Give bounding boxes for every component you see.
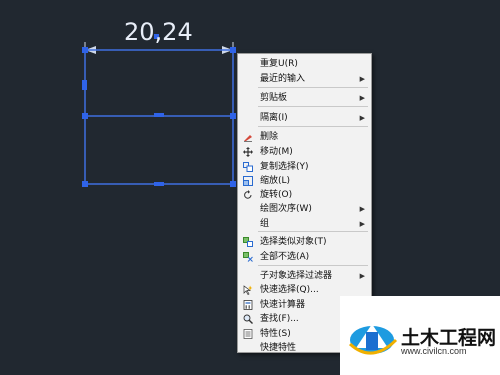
menu-item-15[interactable]: 快速选择(Q)... [238, 283, 371, 297]
menu-item-label: 子对象选择过滤器 [260, 271, 333, 281]
menu-item-7[interactable]: 复制选择(Y) [238, 160, 371, 174]
menu-item-label: 快速选择(Q)... [260, 285, 319, 295]
deselect-all-icon [243, 252, 253, 262]
menu-separator [258, 265, 368, 266]
menu-item-3[interactable]: 剪贴板 ▶ [238, 91, 371, 105]
dimension-text[interactable]: 20,24 [124, 18, 193, 46]
menu-item-label: 缩放(L) [260, 176, 291, 186]
grip-midpoint-bottom[interactable] [154, 182, 164, 186]
scale-icon [243, 176, 253, 186]
menu-item-label: 移动(M) [260, 147, 293, 157]
grip-mid-right[interactable] [230, 113, 236, 119]
submenu-arrow-icon: ▶ [359, 205, 365, 213]
menu-item-label: 组 [260, 219, 270, 229]
menu-item-11[interactable]: 组 ▶ [238, 217, 371, 231]
menu-item-label: 最近的输入 [260, 74, 306, 84]
menu-item-label: 查找(F)... [260, 314, 299, 324]
menu-item-label: 隔离(I) [260, 113, 288, 123]
move-icon [243, 147, 253, 157]
grip-bottom-right[interactable] [230, 181, 236, 187]
menu-item-label: 重复U(R) [260, 59, 298, 69]
rotate-icon [244, 190, 252, 199]
eraser-icon [244, 135, 252, 142]
calculator-icon [243, 300, 253, 310]
menu-item-label: 剪贴板 [260, 93, 288, 103]
menu-item-14[interactable]: 子对象选择过滤器 ▶ [238, 269, 371, 283]
menu-item-9[interactable]: 旋转(O) [238, 188, 371, 202]
grip-mid-left[interactable] [82, 113, 88, 119]
quick-select-icon [243, 285, 253, 295]
menu-item-label: 全部不选(A) [260, 252, 310, 262]
watermark-url: www.civilcn.com [401, 346, 467, 356]
submenu-arrow-icon: ▶ [359, 75, 365, 83]
menu-item-4[interactable]: 隔离(I) ▶ [238, 111, 371, 125]
civil-logo-icon [348, 324, 398, 355]
menu-item-2[interactable]: 最近的输入 ▶ [238, 72, 371, 86]
menu-item-label: 快速计算器 [260, 300, 306, 310]
menu-item-label: 删除 [260, 132, 279, 142]
copy-selection-icon [243, 162, 253, 172]
grip-bottom-left[interactable] [82, 181, 88, 187]
menu-item-label: 快捷特性 [260, 343, 297, 353]
menu-item-label: 复制选择(Y) [260, 162, 309, 172]
menu-separator [258, 126, 368, 127]
menu-separator [258, 106, 368, 107]
menu-item-10[interactable]: 绘图次序(W) ▶ [238, 202, 371, 216]
submenu-arrow-icon: ▶ [359, 272, 365, 280]
watermark-logo: 土木工程网 www.civilcn.com [340, 296, 500, 375]
submenu-arrow-icon: ▶ [359, 220, 365, 228]
menu-separator [258, 231, 368, 232]
grip-left-edge[interactable] [82, 80, 87, 90]
menu-item-12[interactable]: 选择类似对象(T) [238, 235, 371, 249]
menu-item-label: 旋转(O) [260, 190, 293, 200]
menu-item-13[interactable]: 全部不选(A) [238, 250, 371, 264]
grip-midpoint-middle[interactable] [154, 113, 164, 117]
grip-top-right[interactable] [230, 47, 236, 53]
menu-separator [258, 87, 368, 88]
menu-item-8[interactable]: 缩放(L) [238, 174, 371, 188]
find-icon [243, 314, 253, 324]
grip-top-left[interactable] [82, 47, 88, 53]
menu-item-label: 绘图次序(W) [260, 204, 312, 214]
menu-item-6[interactable]: 移动(M) [238, 145, 371, 159]
submenu-arrow-icon: ▶ [359, 114, 365, 122]
menu-item-label: 选择类似对象(T) [260, 237, 327, 247]
menu-item-label: 特性(S) [260, 329, 291, 339]
menu-item-1[interactable]: 重复U(R) [238, 57, 371, 71]
menu-item-5[interactable]: 删除 [238, 130, 371, 144]
submenu-arrow-icon: ▶ [359, 94, 365, 102]
properties-icon [243, 329, 253, 339]
select-similar-icon [243, 237, 253, 247]
